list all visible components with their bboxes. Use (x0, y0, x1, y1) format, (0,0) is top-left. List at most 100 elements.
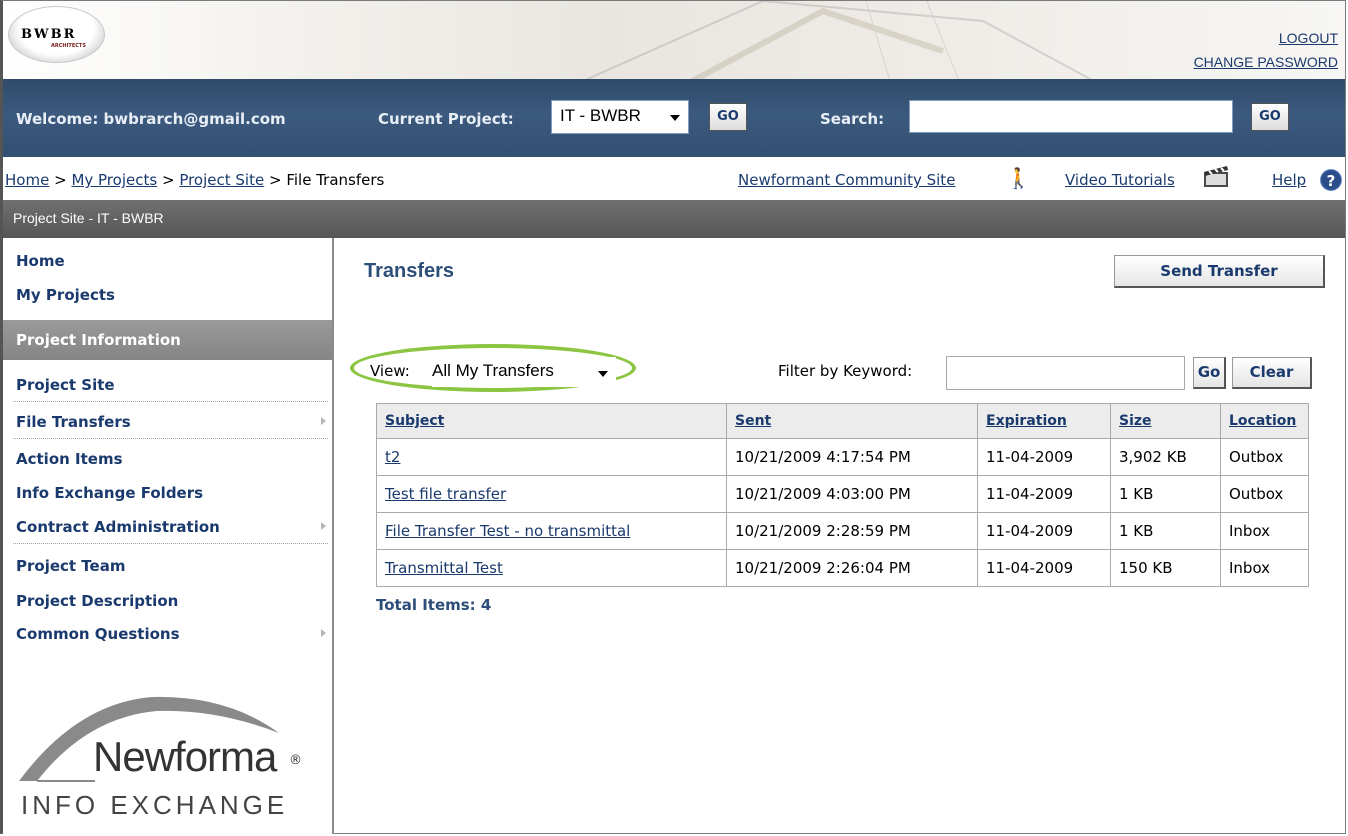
column-header-expiration[interactable]: Expiration (977, 403, 1111, 439)
sidebar: Home My Projects Project Information Pro… (3, 238, 334, 834)
search-label: Search: (820, 110, 885, 128)
logo-registered: ® (289, 753, 302, 768)
sidebar-item-label: Project Description (16, 592, 179, 610)
search-go-button[interactable]: GO (1251, 103, 1289, 131)
page-title: Transfers (364, 260, 455, 282)
subject-link[interactable]: File Transfer Test - no transmittal (385, 522, 630, 540)
send-transfer-button[interactable]: Send Transfer (1114, 255, 1325, 288)
column-header-size[interactable]: Size (1110, 403, 1221, 439)
help-icon[interactable]: ? (1320, 169, 1342, 191)
clapperboard-icon[interactable] (1201, 164, 1231, 188)
subject-link[interactable]: Transmittal Test (385, 559, 503, 577)
sidebar-item-info-exchange-folders[interactable]: Info Exchange Folders (13, 476, 328, 510)
breadcrumb-separator: > (268, 171, 282, 189)
project-go-button[interactable]: GO (709, 103, 747, 131)
sort-sent-link[interactable]: Sent (735, 413, 771, 429)
cell-size: 1 KB (1110, 512, 1221, 550)
view-select[interactable]: All My Transfers (432, 357, 616, 387)
site-header-title: Project Site - IT - BWBR (13, 210, 164, 226)
cell-sent: 10/21/2009 2:28:59 PM (726, 512, 978, 550)
sidebar-item-label: File Transfers (16, 413, 131, 431)
sidebar-item-action-items[interactable]: Action Items (13, 442, 328, 476)
change-password-link[interactable]: CHANGE PASSWORD (1194, 54, 1338, 70)
welcome-text: Welcome: bwbrarch@gmail.com (16, 110, 286, 128)
sidebar-section-header: Project Information (3, 320, 332, 360)
cell-expiration: 11-04-2009 (977, 475, 1111, 513)
breadcrumb-my-projects[interactable]: My Projects (71, 171, 157, 189)
breadcrumb-project-site[interactable]: Project Site (179, 171, 264, 189)
cell-sent: 10/21/2009 2:26:04 PM (726, 549, 978, 587)
logo-name: Newforma (93, 733, 277, 780)
search-input[interactable] (909, 100, 1233, 133)
site-header: Project Site - IT - BWBR (3, 200, 1345, 238)
transfers-table: Subject Sent Expiration Size Location t2… (376, 403, 1309, 587)
logo-subtext: ARCHITECTS (51, 43, 86, 49)
chevron-down-icon (598, 371, 608, 377)
view-select-value: All My Transfers (432, 361, 554, 380)
cell-sent: 10/21/2009 4:17:54 PM (726, 438, 978, 476)
cell-location: Outbox (1220, 475, 1309, 513)
sidebar-item-my-projects[interactable]: My Projects (16, 286, 115, 304)
sidebar-item-label: Action Items (16, 450, 123, 468)
sort-expiration-link[interactable]: Expiration (986, 413, 1067, 429)
sidebar-item-file-transfers[interactable]: File Transfers (13, 405, 328, 439)
cell-size: 150 KB (1110, 549, 1221, 587)
sort-size-link[interactable]: Size (1119, 413, 1152, 429)
column-header-subject[interactable]: Subject (376, 403, 727, 439)
column-header-location[interactable]: Location (1220, 403, 1309, 439)
sidebar-item-project-team[interactable]: Project Team (13, 549, 328, 583)
clear-button[interactable]: Clear (1232, 357, 1312, 389)
chevron-right-icon (321, 629, 326, 637)
cell-location: Inbox (1220, 512, 1309, 550)
help-link[interactable]: Help (1272, 171, 1306, 189)
filter-keyword-input[interactable] (946, 356, 1185, 390)
sidebar-item-project-description[interactable]: Project Description (13, 584, 328, 618)
logout-link[interactable]: LOGOUT (1279, 30, 1338, 46)
breadcrumb-home[interactable]: Home (5, 171, 49, 189)
cell-subject: Transmittal Test (376, 549, 727, 587)
walking-person-icon[interactable]: 🚶 (1006, 166, 1031, 190)
subject-link[interactable]: t2 (385, 448, 400, 466)
sort-subject-link[interactable]: Subject (385, 413, 444, 429)
current-project-label: Current Project: (378, 110, 514, 128)
bwbr-logo: BWBR ARCHITECTS (8, 6, 105, 63)
sidebar-item-contract-administration[interactable]: Contract Administration (13, 510, 328, 544)
video-tutorials-link[interactable]: Video Tutorials (1065, 171, 1175, 189)
current-project-select[interactable]: IT - BWBR (551, 100, 689, 134)
chevron-right-icon (321, 417, 326, 425)
banner: BWBR ARCHITECTS LOGOUT CHANGE PASSWORD (3, 1, 1345, 79)
breadcrumb-current: File Transfers (286, 171, 385, 189)
blueprint-sketch-image (585, 1, 1093, 79)
cell-size: 1 KB (1110, 475, 1221, 513)
cell-subject: File Transfer Test - no transmittal (376, 512, 727, 550)
sidebar-section-title: Project Information (16, 331, 181, 349)
logo-tagline: INFO EXCHANGE (21, 790, 289, 820)
community-site-link[interactable]: Newformant Community Site (738, 171, 955, 189)
table-row: Transmittal Test 10/21/2009 2:26:04 PM 1… (376, 549, 1309, 587)
breadcrumb-separator: > (54, 171, 67, 189)
sidebar-item-project-site[interactable]: Project Site (13, 368, 328, 402)
cell-subject: Test file transfer (376, 475, 727, 513)
filter-go-button[interactable]: Go (1193, 357, 1226, 389)
total-items: Total Items: 4 (376, 596, 492, 614)
column-header-sent[interactable]: Sent (726, 403, 978, 439)
breadcrumb: Home > My Projects > Project Site > File… (5, 171, 384, 189)
chevron-right-icon (321, 522, 326, 530)
sidebar-item-label: Contract Administration (16, 518, 220, 536)
subject-link[interactable]: Test file transfer (385, 485, 506, 503)
chevron-down-icon (670, 115, 680, 121)
view-label: View: (370, 362, 410, 380)
top-bar: Welcome: bwbrarch@gmail.com Current Proj… (3, 79, 1345, 157)
sort-location-link[interactable]: Location (1229, 413, 1296, 429)
cell-location: Outbox (1220, 438, 1309, 476)
sidebar-item-label: Info Exchange Folders (16, 484, 204, 502)
logo-text: BWBR (21, 27, 77, 42)
sidebar-item-label: Project Team (16, 557, 126, 575)
sidebar-item-common-questions[interactable]: Common Questions (13, 617, 328, 651)
main-content: Transfers Send Transfer View: All My Tra… (336, 238, 1344, 834)
cell-subject: t2 (376, 438, 727, 476)
current-project-value: IT - BWBR (560, 106, 641, 125)
breadcrumb-row: Home > My Projects > Project Site > File… (3, 160, 1345, 198)
filter-label: Filter by Keyword: (778, 362, 913, 380)
sidebar-item-home[interactable]: Home (16, 252, 65, 270)
